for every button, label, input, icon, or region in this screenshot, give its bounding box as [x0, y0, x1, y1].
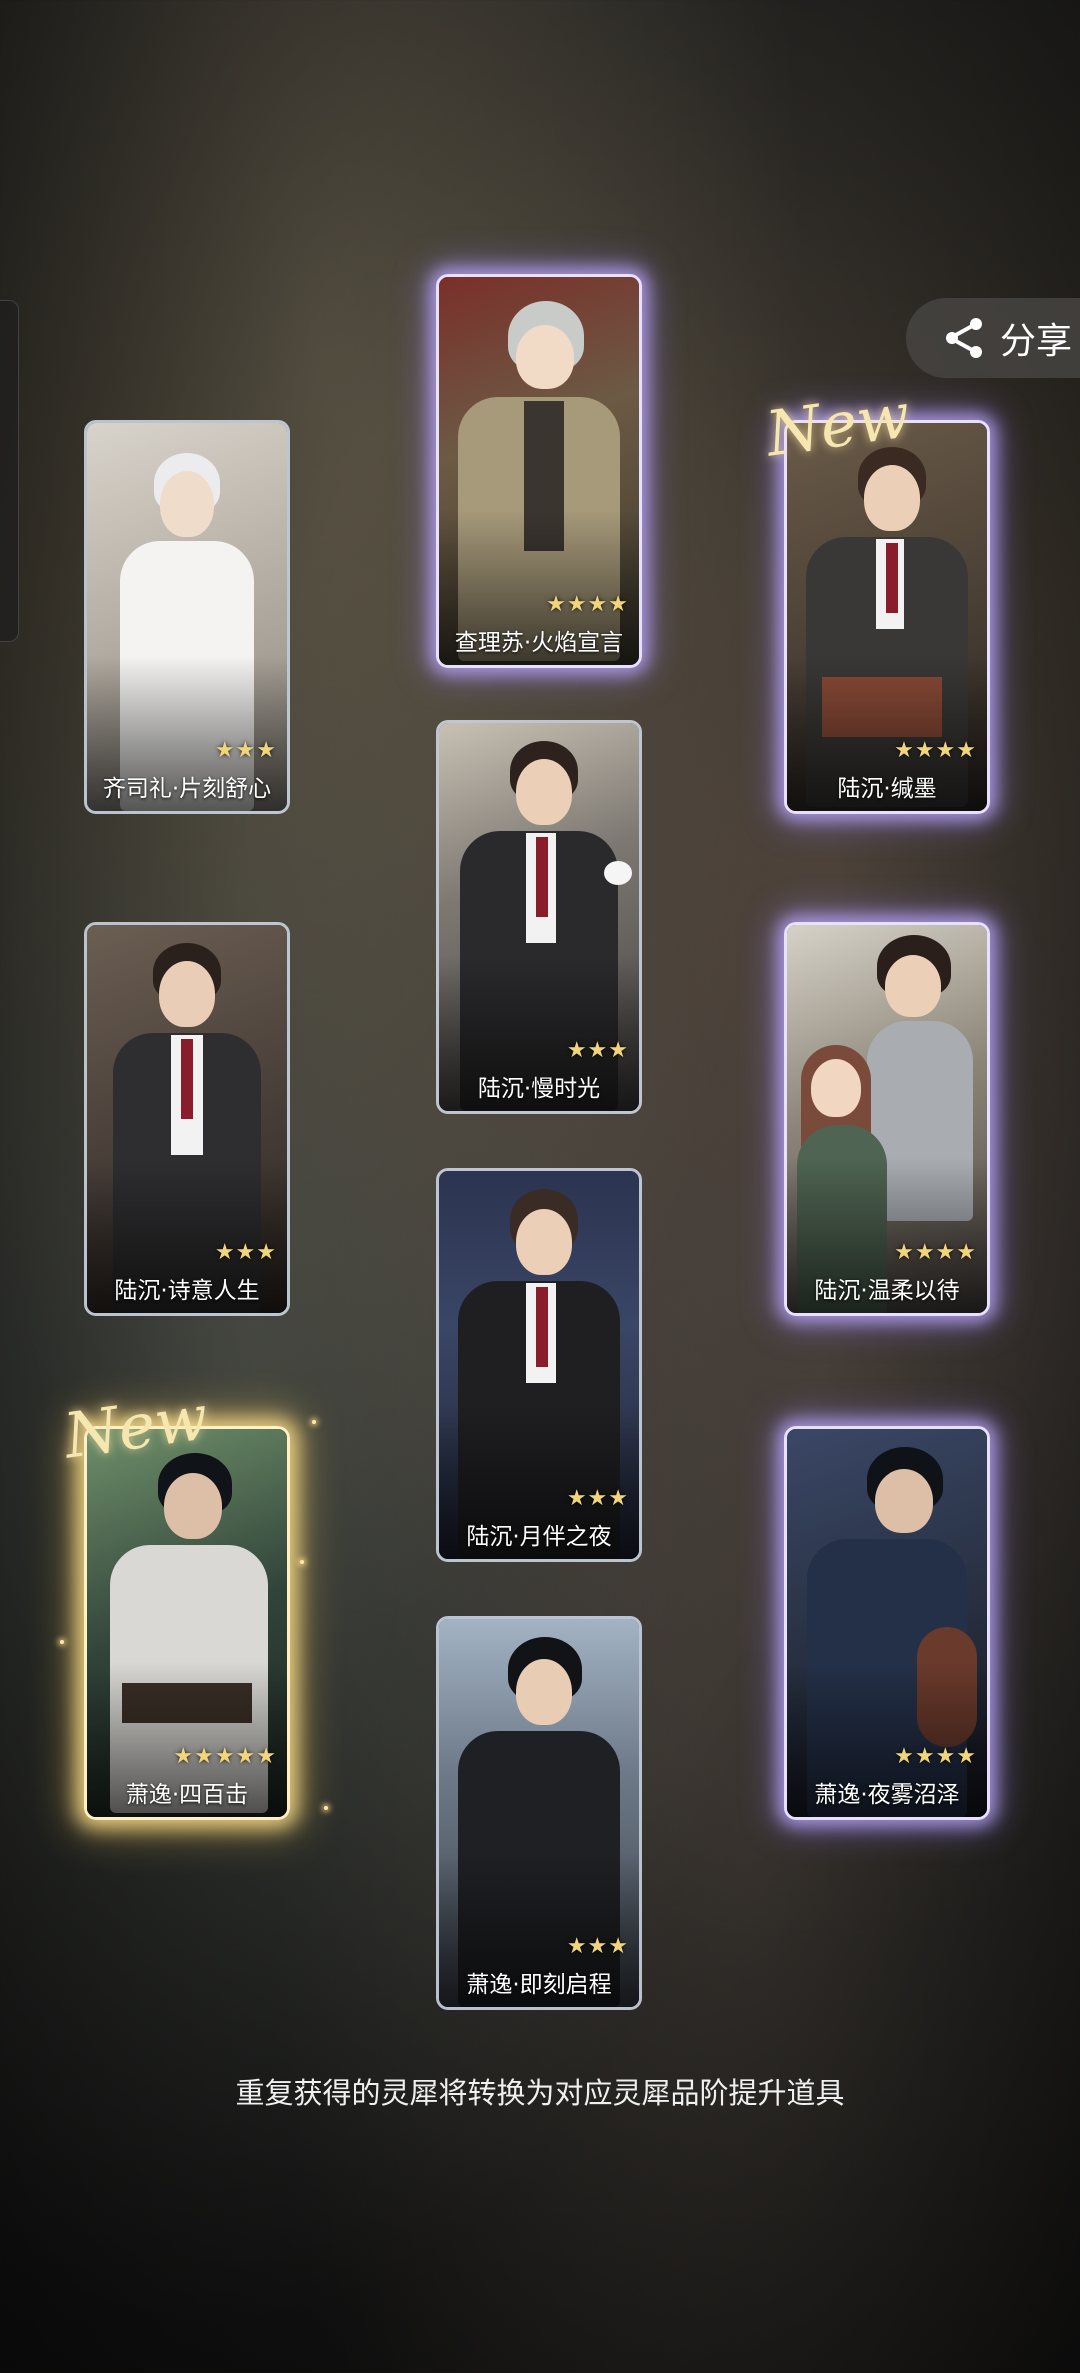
card-stars: ★★★★	[546, 592, 629, 617]
card-luchen-shiyi[interactable]: ★★★ 陆沉·诗意人生	[84, 922, 290, 1316]
share-label: 分享	[1000, 321, 1073, 362]
card-chalisu[interactable]: ★★★★ 查理苏·火焰宣言	[436, 274, 642, 668]
card-xiaoyi-yewu[interactable]: ★★★★ 萧逸·夜雾沼泽	[784, 1426, 990, 1820]
card-stars: ★★★★★	[173, 1744, 277, 1769]
card-xiaoyi-sibaiji[interactable]: ★★★★★ 萧逸·四百击	[84, 1426, 290, 1820]
card-name: 陆沉·温柔以待	[814, 1278, 960, 1304]
share-button[interactable]: 分享	[906, 298, 1080, 378]
card-name: 萧逸·即刻启程	[466, 1972, 612, 1998]
card-luchen-wenrou[interactable]: ★★★★ 陆沉·温柔以待	[784, 922, 990, 1316]
card-name: 萧逸·四百击	[125, 1782, 249, 1808]
sparkle	[300, 1560, 304, 1564]
card-name: 陆沉·慢时光	[477, 1076, 601, 1102]
card-stars: ★★★	[214, 1240, 277, 1265]
share-icon	[946, 318, 982, 358]
card-stars: ★★★★	[894, 1744, 977, 1769]
card-name: 陆沉·月伴之夜	[466, 1524, 612, 1550]
card-luchen-yueban[interactable]: ★★★ 陆沉·月伴之夜	[436, 1168, 642, 1562]
card-stars: ★★★	[566, 1486, 629, 1511]
card-name: 萧逸·夜雾沼泽	[814, 1782, 960, 1808]
card-name: 陆沉·诗意人生	[114, 1278, 260, 1304]
card-stars: ★★★	[214, 738, 277, 763]
sparkle	[312, 1420, 316, 1424]
side-panel-handle[interactable]	[0, 300, 19, 642]
card-xiaoyi-jike[interactable]: ★★★ 萧逸·即刻启程	[436, 1616, 642, 2010]
card-qisili[interactable]: ★★★ 齐司礼·片刻舒心	[84, 420, 290, 814]
sparkle	[324, 1806, 328, 1810]
card-luchen-xiemo[interactable]: ★★★★ 陆沉·缄墨	[784, 420, 990, 814]
card-stars: ★★★★	[894, 738, 977, 763]
card-name: 查理苏·火焰宣言	[454, 630, 624, 656]
card-name: 齐司礼·片刻舒心	[102, 776, 272, 802]
card-stars: ★★★	[566, 1934, 629, 1959]
sparkle	[60, 1640, 64, 1644]
duplicate-conversion-note: 重复获得的灵犀将转换为对应灵犀品阶提升道具	[235, 2076, 845, 2110]
card-luchen-manshiguang[interactable]: ★★★ 陆沉·慢时光	[436, 720, 642, 1114]
card-stars: ★★★	[566, 1038, 629, 1063]
card-stars: ★★★★	[894, 1240, 977, 1265]
card-name: 陆沉·缄墨	[837, 776, 937, 802]
